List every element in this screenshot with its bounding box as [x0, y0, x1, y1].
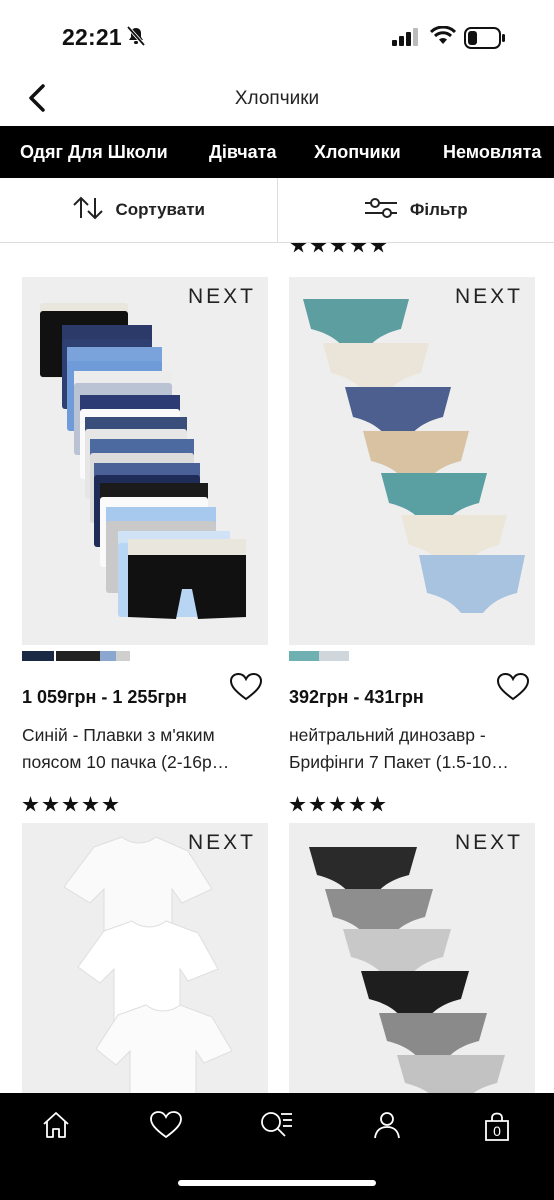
product-card[interactable]: NEXT: [289, 823, 535, 1093]
page-title: Хлопчики: [234, 88, 320, 109]
swatch[interactable]: [56, 651, 100, 661]
product-card[interactable]: NEXT: [22, 277, 268, 813]
cellular-signal-icon: [392, 28, 420, 51]
swatch[interactable]: [319, 651, 349, 661]
account-icon: [372, 1110, 402, 1145]
search-list-icon: [259, 1110, 293, 1145]
star-icon: [309, 796, 326, 812]
star-icon: [310, 243, 327, 253]
star-icon: [329, 796, 346, 812]
bag-icon: 0: [482, 1112, 512, 1142]
swatch[interactable]: [116, 651, 130, 661]
category-nav: Одяг Для Школи Дівчата Хлопчики Немовлят…: [0, 126, 554, 178]
star-icon: [369, 796, 386, 812]
tab-home[interactable]: [38, 1109, 74, 1145]
sliders-icon: [364, 197, 398, 224]
category-babies[interactable]: Немовлята: [443, 142, 541, 163]
heart-icon[interactable]: [496, 672, 530, 706]
rating-stars: [22, 796, 268, 813]
star-icon: [289, 796, 306, 812]
filter-button[interactable]: Фільтр: [278, 178, 554, 242]
star-icon: [82, 796, 99, 812]
brand-logo: NEXT: [454, 831, 523, 854]
bell-slash-icon: [125, 25, 149, 49]
sort-filter-bar: Сортувати Фільтр: [0, 178, 554, 243]
home-indicator: [178, 1180, 376, 1186]
tab-bar: 0: [0, 1093, 554, 1200]
tab-bag[interactable]: 0: [479, 1109, 515, 1145]
product-card[interactable]: NEXT 392грн - 431грн нейтральний динозав…: [289, 277, 535, 813]
tab-favourites[interactable]: [148, 1109, 184, 1145]
sort-button[interactable]: Сортувати: [0, 178, 277, 242]
category-school-clothing[interactable]: Одяг Для Школи: [20, 142, 168, 163]
page-header: Хлопчики: [0, 74, 554, 126]
product-image[interactable]: NEXT: [22, 823, 268, 1093]
rating-stars: [289, 796, 535, 813]
product-name[interactable]: Синій - Плавки з м'яким поясом 10 пачка …: [22, 722, 268, 776]
sort-label: Сортувати: [115, 200, 205, 219]
wifi-icon: [429, 25, 457, 51]
star-icon: [22, 796, 39, 812]
home-icon: [41, 1110, 71, 1145]
star-icon: [370, 243, 387, 253]
star-icon: [102, 796, 119, 812]
star-icon: [62, 796, 79, 812]
swatch[interactable]: [100, 651, 116, 661]
star-icon: [349, 796, 366, 812]
sort-arrows-icon: [72, 196, 104, 225]
color-swatches[interactable]: [22, 651, 268, 661]
product-image[interactable]: NEXT: [22, 277, 268, 645]
rating-stars-prev: [290, 243, 387, 254]
product-name[interactable]: нейтральний динозавр - Брифінги 7 Пакет …: [289, 722, 535, 776]
tab-account[interactable]: [369, 1109, 405, 1145]
star-icon: [42, 796, 59, 812]
category-boys[interactable]: Хлопчики: [314, 142, 401, 163]
briefs-illustration: [309, 847, 505, 1093]
brand-logo: NEXT: [187, 285, 256, 308]
star-icon: [290, 243, 307, 253]
category-girls[interactable]: Дівчата: [209, 142, 277, 163]
battery-icon: [464, 27, 506, 54]
heart-icon[interactable]: [229, 672, 263, 706]
tab-search[interactable]: [258, 1109, 294, 1145]
tshirts-illustration: [63, 836, 233, 1093]
status-bar: 22:21: [0, 0, 554, 74]
color-swatches[interactable]: [289, 651, 535, 661]
briefs-illustration: [303, 299, 525, 613]
product-card[interactable]: NEXT: [22, 823, 268, 1093]
product-grid: NEXT 1 059грн - 1 255грн Синій - Плавки …: [0, 243, 554, 1093]
swatch[interactable]: [289, 651, 319, 661]
bag-count: 0: [493, 1123, 501, 1139]
product-image[interactable]: NEXT: [289, 823, 535, 1093]
status-time: 22:21: [62, 24, 122, 50]
boxers-illustration: [40, 303, 246, 619]
filter-label: Фільтр: [409, 200, 468, 219]
swatch[interactable]: [22, 651, 54, 661]
brand-logo: NEXT: [187, 831, 256, 854]
heart-icon: [150, 1110, 182, 1144]
product-image[interactable]: NEXT: [289, 277, 535, 645]
star-icon: [350, 243, 367, 253]
star-icon: [330, 243, 347, 253]
brand-logo: NEXT: [454, 285, 523, 308]
